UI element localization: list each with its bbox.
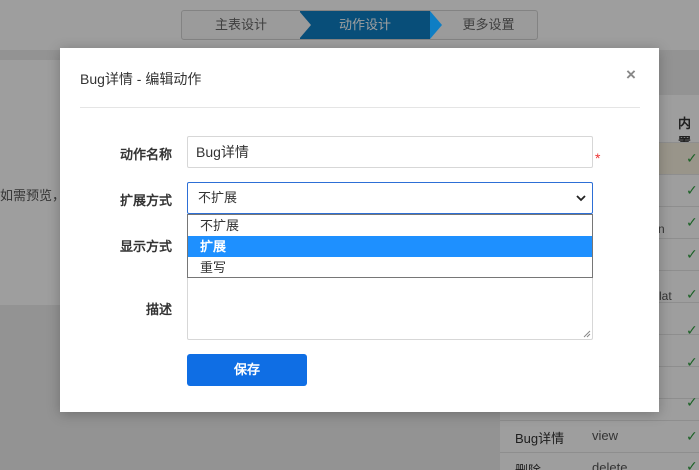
required-mark: * [595,150,601,166]
extension-mode-select[interactable]: 不扩展 [187,182,593,214]
description-label: 描述 [145,302,172,317]
save-button[interactable]: 保存 [187,354,307,386]
chevron-down-icon [576,195,586,202]
dialog-divider [80,107,640,108]
edit-action-dialog: Bug详情 - 编辑动作 × 动作名称 * 扩展方式 不扩展 显示方式 描述 不… [60,48,659,412]
action-name-label: 动作名称 [119,147,172,162]
close-icon[interactable]: × [626,65,636,85]
dropdown-option-override[interactable]: 重写 [188,257,592,278]
extension-mode-value: 不扩展 [198,190,238,205]
display-mode-label: 显示方式 [119,239,172,254]
extension-mode-label: 扩展方式 [119,193,172,208]
dialog-title: Bug详情 - 编辑动作 [80,71,202,87]
action-name-input[interactable] [187,136,593,168]
description-textarea[interactable] [187,278,593,340]
resize-grip-icon[interactable] [583,330,591,338]
dropdown-option-extend[interactable]: 扩展 [188,236,592,257]
dropdown-option-no-extend[interactable]: 不扩展 [188,215,592,236]
extension-mode-dropdown: 不扩展 扩展 重写 [187,214,593,278]
